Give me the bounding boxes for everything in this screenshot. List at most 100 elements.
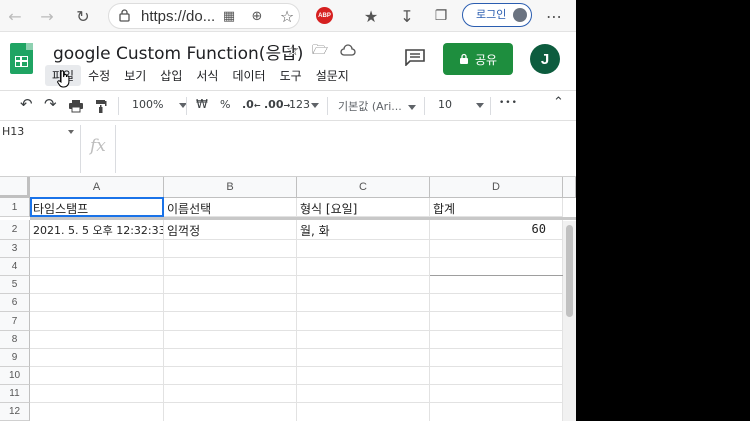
select-all-corner[interactable]	[0, 177, 30, 198]
back-icon[interactable]: ←	[4, 5, 26, 27]
row-header[interactable]: 11	[0, 385, 30, 403]
qr-icon[interactable]: ▦	[218, 5, 240, 27]
left-arrow-icon: ←	[253, 101, 261, 110]
column-header-d[interactable]: D	[430, 177, 563, 198]
reload-icon[interactable]: ↻	[72, 5, 94, 27]
menu-data[interactable]: 데이터	[225, 65, 272, 86]
name-box[interactable]: H13	[0, 121, 80, 145]
cell-b2[interactable]: 임꺽정	[164, 220, 297, 240]
menu-insert[interactable]: 삽입	[153, 65, 189, 86]
chevron-down-icon	[476, 102, 484, 108]
currency-button[interactable]: ₩	[196, 97, 208, 111]
favorites-icon[interactable]: ★	[360, 5, 382, 27]
row-header[interactable]: 6	[0, 294, 30, 312]
toolbar-divider	[327, 97, 328, 115]
menu-forms[interactable]: 설문지	[309, 65, 356, 86]
comment-icon[interactable]	[404, 48, 426, 66]
zoom-select[interactable]: 100%	[132, 98, 188, 111]
doc-title[interactable]: google Custom Function(응답)	[53, 39, 303, 64]
toolbar-divider	[118, 97, 119, 115]
more-formats-select[interactable]: 123	[289, 98, 319, 111]
doc-header: google Custom Function(응답) ☆ 🗁 파일 수정 보기 …	[0, 32, 576, 90]
row-header[interactable]: 7	[0, 312, 30, 331]
increase-decimal-label: .00	[264, 98, 284, 111]
scrollbar-thumb[interactable]	[566, 225, 573, 317]
column-header-e[interactable]	[563, 177, 576, 198]
decrease-decimal-button[interactable]: .0←	[242, 98, 261, 111]
row-header[interactable]: 12	[0, 403, 30, 421]
menu-format[interactable]: 서식	[189, 65, 225, 86]
toolbar-divider	[490, 97, 491, 115]
increase-decimal-button[interactable]: .00→	[264, 98, 290, 111]
share-button[interactable]: 공유	[443, 43, 513, 75]
name-box-value: H13	[2, 125, 25, 138]
empty-cells-grid[interactable]	[30, 240, 563, 421]
cell-c1[interactable]: 형식 [요일]	[297, 198, 430, 217]
collapse-icon[interactable]: ⌃	[553, 95, 564, 110]
cell-d1[interactable]: 합계	[430, 198, 563, 217]
toolbar: ↶ ↷ 100% ₩ % .0← .00→ 123 기본값 (Ari... 10…	[0, 90, 576, 121]
row-header[interactable]: 1	[0, 198, 30, 217]
chevron-down-icon	[407, 104, 416, 110]
fx-icon: fx	[90, 136, 106, 156]
star-icon[interactable]: ☆	[286, 41, 299, 59]
collections-icon[interactable]: ❐	[430, 5, 452, 27]
font-select[interactable]: 기본값 (Ari...	[338, 98, 416, 114]
sheet-grid: A B C D 1 타임스탬프 이름선택 형식 [요일] 합계 2 2021. …	[0, 177, 576, 421]
lock-icon	[119, 9, 130, 22]
zoom-value: 100%	[132, 98, 164, 111]
login-button[interactable]: 로그인	[462, 3, 532, 27]
menu-tools[interactable]: 도구	[273, 65, 309, 86]
column-header-b[interactable]: B	[164, 177, 297, 198]
row-header[interactable]: 2	[0, 220, 30, 240]
sheets-logo-icon[interactable]	[10, 43, 33, 74]
percent-button[interactable]: %	[220, 98, 230, 111]
row-header[interactable]: 9	[0, 349, 30, 367]
share-label: 공유	[474, 52, 498, 67]
column-header-c[interactable]: C	[297, 177, 430, 198]
divider	[430, 275, 563, 276]
row-header[interactable]: 5	[0, 276, 30, 294]
divider	[80, 125, 81, 173]
undo-icon[interactable]: ↶	[20, 95, 33, 113]
print-icon[interactable]	[68, 99, 84, 113]
login-label: 로그인	[476, 8, 507, 21]
paint-format-icon[interactable]	[95, 99, 107, 114]
cell-b1[interactable]: 이름선택	[164, 198, 297, 217]
cell-a1[interactable]: 타임스탬프	[30, 198, 164, 217]
decrease-decimal-label: .0	[242, 98, 254, 111]
download-icon[interactable]: ↧	[396, 5, 418, 27]
toolbar-divider	[424, 97, 425, 115]
column-header-a[interactable]: A	[30, 177, 164, 198]
cell-d2[interactable]: 60	[430, 220, 563, 240]
row-header[interactable]: 10	[0, 367, 30, 385]
browser-toolbar: ← → ↻ https://do... ▦ ⊕ ☆ ABP ★ ↧ ❐ 로그인 …	[0, 0, 576, 32]
move-folder-icon[interactable]: 🗁	[312, 41, 328, 63]
cell-a2[interactable]: 2021. 5. 5 오후 12:32:33	[30, 220, 164, 240]
cloud-status-icon[interactable]	[340, 44, 356, 56]
menu-bar: 파일 수정 보기 삽입 서식 데이터 도구 설문지	[45, 65, 356, 86]
row-header[interactable]: 3	[0, 240, 30, 258]
menu-view[interactable]: 보기	[117, 65, 153, 86]
cell-c2[interactable]: 월, 화	[297, 220, 430, 240]
font-size-value: 10	[438, 98, 452, 111]
more-formats-label: 123	[289, 98, 310, 111]
row-header[interactable]: 4	[0, 258, 30, 276]
formula-input[interactable]	[116, 125, 576, 173]
toolbar-divider	[186, 97, 187, 115]
more-menu-icon[interactable]: ⋯	[543, 5, 565, 27]
menu-edit[interactable]: 수정	[81, 65, 117, 86]
font-label: 기본값 (Ari...	[338, 100, 402, 113]
row-header[interactable]: 8	[0, 331, 30, 349]
avatar[interactable]: J	[530, 44, 560, 74]
adblock-icon[interactable]: ABP	[316, 7, 333, 24]
favorite-add-icon[interactable]: ☆	[276, 5, 298, 27]
more-icon[interactable]: •••	[499, 98, 518, 108]
chevron-down-icon	[68, 130, 74, 134]
lock-icon	[459, 53, 468, 64]
address-bar[interactable]: https://do...	[108, 3, 300, 29]
zoom-icon[interactable]: ⊕	[246, 5, 268, 27]
font-size-select[interactable]: 10	[438, 98, 484, 111]
forward-icon[interactable]: →	[36, 5, 58, 27]
redo-icon[interactable]: ↷	[44, 95, 57, 113]
